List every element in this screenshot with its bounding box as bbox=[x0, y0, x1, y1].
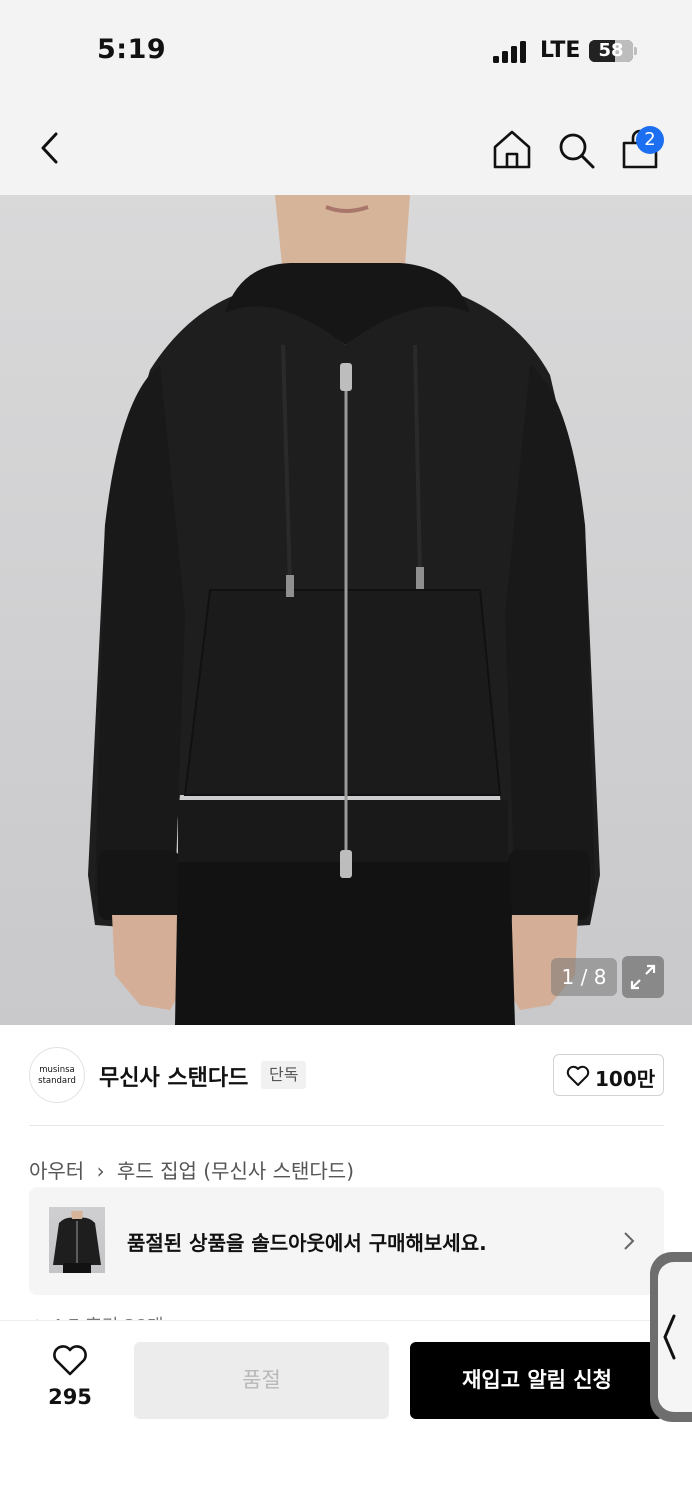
brand-like-button[interactable]: 100만 bbox=[553, 1054, 664, 1096]
soldout-product-thumbnail bbox=[49, 1207, 105, 1273]
heart-icon bbox=[53, 1345, 87, 1376]
image-counter: 1 / 8 bbox=[551, 958, 617, 996]
heart-icon bbox=[566, 1065, 590, 1086]
exclusive-badge: 단독 bbox=[261, 1061, 307, 1089]
product-photo-hoodie bbox=[88, 195, 600, 1025]
chevron-right-icon bbox=[624, 1232, 635, 1250]
soldout-button: 품절 bbox=[134, 1342, 389, 1419]
status-bar: 5:19 LTE 58 bbox=[0, 0, 692, 100]
brand-logo-line2: standard bbox=[38, 1076, 76, 1086]
breadcrumb: 아우터 › 후드 집업 (무신사 스탠다드) bbox=[29, 1155, 354, 1184]
search-icon[interactable] bbox=[556, 130, 596, 170]
brand-logo-line1: musinsa bbox=[39, 1065, 75, 1075]
cart-count-badge: 2 bbox=[636, 126, 664, 154]
battery-level: 58 bbox=[598, 40, 624, 61]
status-time: 5:19 bbox=[97, 34, 167, 65]
soldout-banner[interactable]: 품절된 상품을 솔드아웃에서 구매해보세요. bbox=[29, 1187, 664, 1295]
battery-nub bbox=[634, 47, 637, 55]
soldout-banner-text: 품절된 상품을 솔드아웃에서 구매해보세요. bbox=[127, 1231, 487, 1255]
brand-like-count: 100만 bbox=[595, 1067, 656, 1091]
signal-icon bbox=[493, 41, 526, 63]
chevron-right-icon: › bbox=[96, 1159, 105, 1183]
chevron-left-icon bbox=[663, 1314, 676, 1360]
brand-logo[interactable]: musinsa standard bbox=[29, 1047, 85, 1103]
restock-alert-button[interactable]: 재입고 알림 신청 bbox=[410, 1342, 664, 1419]
wishlist-count: 295 bbox=[48, 1385, 92, 1409]
breadcrumb-category[interactable]: 아우터 bbox=[29, 1159, 84, 1183]
breadcrumb-subcategory[interactable]: 후드 집업 (무신사 스탠다드) bbox=[117, 1159, 354, 1183]
product-image[interactable] bbox=[0, 195, 692, 1025]
chevron-left-icon[interactable] bbox=[34, 128, 66, 168]
expand-icon[interactable] bbox=[622, 956, 664, 998]
brand-name[interactable]: 무신사 스탠다드 bbox=[99, 1060, 248, 1092]
home-icon[interactable] bbox=[492, 128, 532, 170]
divider bbox=[29, 1125, 664, 1126]
network-label: LTE bbox=[540, 38, 581, 63]
battery-icon: 58 bbox=[589, 40, 633, 62]
side-drawer-handle[interactable] bbox=[650, 1252, 692, 1422]
